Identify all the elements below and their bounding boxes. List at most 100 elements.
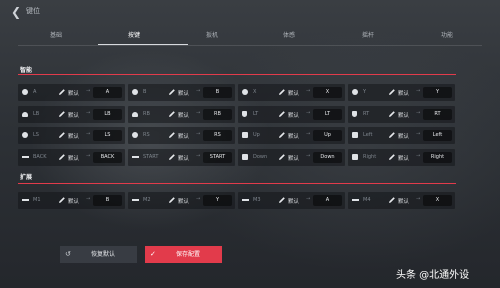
edit-pencil-icon[interactable] [388, 196, 396, 204]
default-label[interactable]: 默认 [178, 111, 189, 119]
mapped-value-chip[interactable]: Up [313, 130, 342, 141]
tab-triggers[interactable]: 扳机 [206, 30, 218, 39]
button-mapping-card[interactable]: Up 默认 → Up [238, 127, 345, 144]
default-label[interactable]: 默认 [288, 111, 299, 119]
mapped-value-chip[interactable]: LS [93, 130, 122, 141]
back-arrow-icon[interactable]: ❮ [11, 5, 23, 19]
mapped-value-chip[interactable]: B [93, 195, 122, 206]
button-mapping-card[interactable]: LT 默认 → LT [238, 106, 345, 123]
edit-pencil-icon[interactable] [58, 110, 66, 118]
edit-pencil-icon[interactable] [388, 153, 396, 161]
edit-pencil-icon[interactable] [168, 153, 176, 161]
edit-pencil-icon[interactable] [58, 131, 66, 139]
mapped-value-chip[interactable]: BACK [93, 152, 122, 163]
mapped-value-chip[interactable]: Y [423, 87, 452, 98]
button-mapping-card[interactable]: Right 默认 → Right [348, 149, 455, 166]
mapped-value-chip[interactable]: Down [313, 152, 342, 163]
button-name: Y [363, 89, 367, 95]
button-mapping-card[interactable]: RT 默认 → RT [348, 106, 455, 123]
edit-pencil-icon[interactable] [278, 153, 286, 161]
default-label[interactable]: 默认 [398, 132, 409, 140]
default-label[interactable]: 默认 [68, 197, 79, 205]
button-mapping-card[interactable]: M2 默认 → Y [128, 192, 235, 209]
default-label[interactable]: 默认 [178, 89, 189, 97]
button-name: A [33, 89, 37, 95]
default-label[interactable]: 默认 [178, 197, 189, 205]
arrow-right-icon: → [306, 153, 311, 159]
edit-pencil-icon[interactable] [278, 110, 286, 118]
mapped-value-chip[interactable]: A [313, 195, 342, 206]
default-label[interactable]: 默认 [398, 197, 409, 205]
edit-pencil-icon[interactable] [278, 131, 286, 139]
mapped-value-chip[interactable]: START [203, 152, 232, 163]
button-mapping-card[interactable]: RS 默认 → RS [128, 127, 235, 144]
default-label[interactable]: 默认 [178, 132, 189, 140]
default-label[interactable]: 默认 [288, 154, 299, 162]
default-label[interactable]: 默认 [68, 111, 79, 119]
tab-buttons[interactable]: 按键 [128, 30, 140, 39]
back-paddle-icon [242, 199, 249, 201]
circle-icon [132, 132, 138, 138]
edit-pencil-icon[interactable] [168, 110, 176, 118]
arrow-right-icon: → [416, 131, 421, 137]
button-mapping-card[interactable]: START 默认 → START [128, 149, 235, 166]
mapped-value-chip[interactable]: RT [423, 109, 452, 120]
button-mapping-card[interactable]: Down 默认 → Down [238, 149, 345, 166]
edit-pencil-icon[interactable] [58, 153, 66, 161]
circle-icon [22, 89, 28, 95]
mapped-value-chip[interactable]: Y [203, 195, 232, 206]
default-label[interactable]: 默认 [398, 89, 409, 97]
dpad-icon [352, 132, 358, 138]
edit-pencil-icon[interactable] [168, 131, 176, 139]
default-label[interactable]: 默认 [68, 89, 79, 97]
tab-functions[interactable]: 功能 [441, 30, 453, 39]
default-label[interactable]: 默认 [288, 89, 299, 97]
mapped-value-chip[interactable]: X [313, 87, 342, 98]
edit-pencil-icon[interactable] [388, 131, 396, 139]
mapped-value-chip[interactable]: LT [313, 109, 342, 120]
edit-pencil-icon[interactable] [278, 196, 286, 204]
back-paddle-icon [22, 199, 29, 201]
button-mapping-card[interactable]: M3 默认 → A [238, 192, 345, 209]
edit-pencil-icon[interactable] [388, 110, 396, 118]
default-label[interactable]: 默认 [398, 154, 409, 162]
tab-basic[interactable]: 基础 [50, 30, 62, 39]
default-label[interactable]: 默认 [288, 197, 299, 205]
button-mapping-card[interactable]: M1 默认 → B [18, 192, 125, 209]
mapped-value-chip[interactable]: Right [423, 152, 452, 163]
button-mapping-card[interactable]: X 默认 → X [238, 84, 345, 101]
button-mapping-card[interactable]: B 默认 → B [128, 84, 235, 101]
restore-defaults-button[interactable]: ↺ 恢复默认 [60, 246, 137, 263]
edit-pencil-icon[interactable] [58, 196, 66, 204]
mapped-value-chip[interactable]: RS [203, 130, 232, 141]
button-mapping-card[interactable]: A 默认 → A [18, 84, 125, 101]
edit-pencil-icon[interactable] [168, 88, 176, 96]
dpad-icon [242, 154, 248, 160]
button-mapping-card[interactable]: BACK 默认 → BACK [18, 149, 125, 166]
button-mapping-card[interactable]: Left 默认 → Left [348, 127, 455, 144]
mapped-value-chip[interactable]: A [93, 87, 122, 98]
mapped-value-chip[interactable]: B [203, 87, 232, 98]
default-label[interactable]: 默认 [68, 154, 79, 162]
button-mapping-card[interactable]: Y 默认 → Y [348, 84, 455, 101]
tab-motion[interactable]: 体感 [283, 30, 295, 39]
edit-pencil-icon[interactable] [58, 88, 66, 96]
section-divider-mapping [18, 74, 456, 75]
mapped-value-chip[interactable]: RB [203, 109, 232, 120]
default-label[interactable]: 默认 [288, 132, 299, 140]
default-label[interactable]: 默认 [68, 132, 79, 140]
button-mapping-card[interactable]: RB 默认 → RB [128, 106, 235, 123]
default-label[interactable]: 默认 [178, 154, 189, 162]
mapped-value-chip[interactable]: Left [423, 130, 452, 141]
mapped-value-chip[interactable]: X [423, 195, 452, 206]
edit-pencil-icon[interactable] [278, 88, 286, 96]
default-label[interactable]: 默认 [398, 111, 409, 119]
button-mapping-card[interactable]: LB 默认 → LB [18, 106, 125, 123]
tab-sticks[interactable]: 摇杆 [362, 30, 374, 39]
button-mapping-card[interactable]: M4 默认 → X [348, 192, 455, 209]
save-config-button[interactable]: ✓ 保存配置 [145, 246, 222, 263]
mapped-value-chip[interactable]: LB [93, 109, 122, 120]
edit-pencil-icon[interactable] [168, 196, 176, 204]
edit-pencil-icon[interactable] [388, 88, 396, 96]
button-mapping-card[interactable]: LS 默认 → LS [18, 127, 125, 144]
